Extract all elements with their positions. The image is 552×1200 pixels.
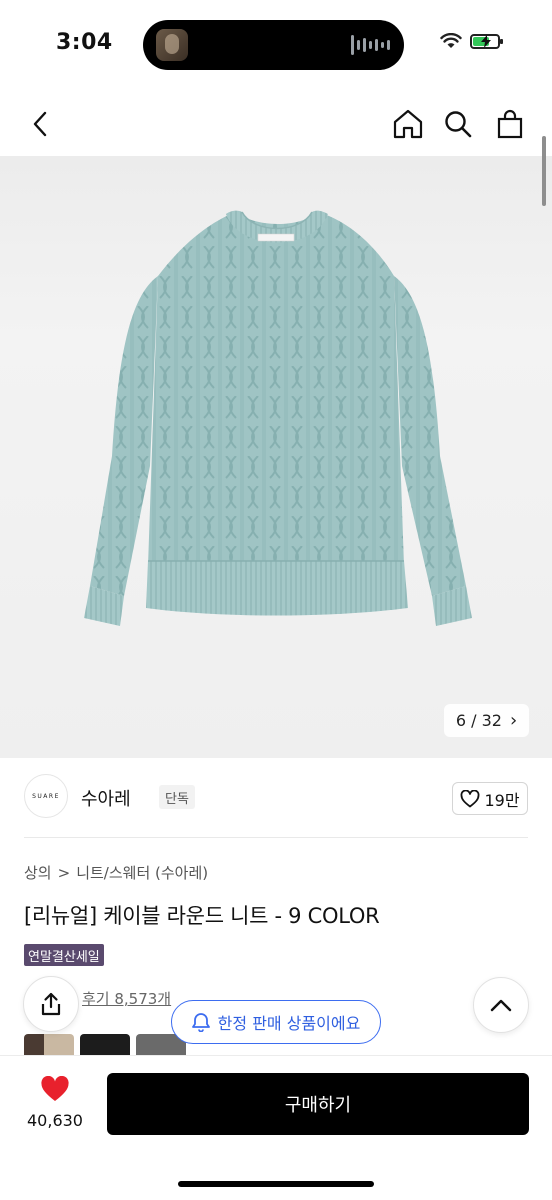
- breadcrumb: 상의 > 니트/스웨터 (수아레): [24, 862, 208, 883]
- limited-sale-toast[interactable]: 한정 판매 상품이에요: [171, 1000, 381, 1044]
- heart-outline-icon: [461, 789, 480, 807]
- color-thumbnail[interactable]: [24, 1034, 74, 1058]
- scroll-indicator[interactable]: [542, 136, 546, 206]
- status-time: 3:04: [56, 30, 113, 55]
- image-counter[interactable]: 6 / 32 ›: [444, 704, 529, 737]
- battery-icon: [470, 33, 503, 49]
- home-indicator: [178, 1181, 374, 1187]
- limited-sale-text: 한정 판매 상품이에요: [217, 1014, 361, 1033]
- back-icon[interactable]: [20, 104, 60, 144]
- product-title: [리뉴얼] 케이블 라운드 니트 - 9 COLOR: [24, 904, 380, 928]
- chevron-up-icon: [490, 999, 512, 1012]
- brand-like-button[interactable]: 19만: [452, 782, 528, 815]
- wifi-icon: [440, 33, 462, 48]
- brand-logo[interactable]: SUARE: [24, 774, 68, 818]
- wishlist-button[interactable]: 40,630: [22, 1075, 88, 1130]
- dynamic-island: [143, 20, 404, 70]
- buy-button[interactable]: 구매하기: [107, 1073, 529, 1135]
- product-image-gallery[interactable]: 6 / 32 ›: [0, 156, 552, 758]
- status-icons: [440, 33, 503, 49]
- brand-like-count: 19만: [484, 790, 520, 810]
- share-button[interactable]: [23, 976, 79, 1032]
- image-counter-text: 6 / 32: [455, 711, 502, 730]
- scroll-top-button[interactable]: [473, 977, 529, 1033]
- bottom-action-bar: 40,630 구매하기: [0, 1056, 552, 1200]
- status-bar: 3:04: [0, 0, 552, 92]
- share-icon: [41, 992, 61, 1016]
- now-playing-artwork: [156, 29, 188, 61]
- breadcrumb-subcategory[interactable]: 니트/스웨터 (수아레): [76, 862, 208, 883]
- shopping-bag-icon[interactable]: [490, 104, 530, 144]
- search-icon[interactable]: [438, 104, 478, 144]
- wishlist-count: 40,630: [27, 1111, 83, 1130]
- color-thumbnails: [24, 1034, 186, 1058]
- brand-name[interactable]: 수아레: [81, 785, 131, 811]
- audio-waveform-icon: [351, 34, 390, 56]
- sale-tag: 연말결산세일: [24, 944, 104, 966]
- review-link[interactable]: 후기 8,573개: [82, 988, 171, 1009]
- sweater-image: [84, 210, 472, 626]
- divider: [24, 837, 528, 838]
- chevron-right-icon: ›: [509, 710, 518, 731]
- home-icon[interactable]: [388, 104, 428, 144]
- chevron-right-icon: >: [57, 863, 71, 882]
- nav-bar: [0, 92, 552, 156]
- breadcrumb-category[interactable]: 상의: [24, 862, 52, 883]
- heart-filled-icon: [41, 1075, 69, 1101]
- color-thumbnail[interactable]: [80, 1034, 130, 1058]
- exclusive-badge: 단독: [159, 785, 195, 809]
- bell-icon: [191, 1013, 210, 1032]
- brand-row: SUARE 수아레 단독 19만: [24, 774, 528, 822]
